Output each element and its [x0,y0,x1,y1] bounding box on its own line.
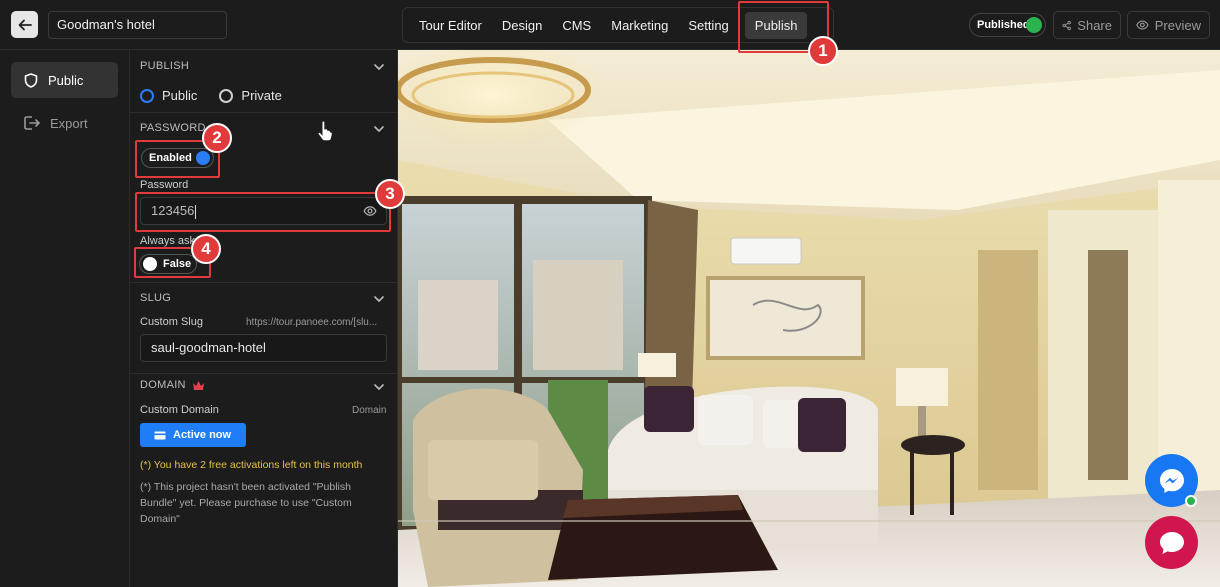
slug-section-heading: SLUG [140,292,172,304]
domain-section-heading: DOMAIN [140,379,205,391]
published-status-label: Published [977,19,1030,31]
annotation-badge-4: 4 [191,234,221,264]
section-divider [130,112,398,113]
custom-slug-label: Custom Slug [140,316,203,328]
panorama-viewer[interactable] [398,50,1220,587]
chevron-down-icon[interactable] [373,293,385,305]
cursor-hand-icon [317,120,333,142]
publish-bundle-note: (*) This project hasn't been activated "… [140,481,352,525]
annotation-badge-3: 3 [375,179,405,209]
custom-domain-label: Custom Domain [140,404,219,416]
export-icon [24,116,40,130]
domain-right-label: Domain [352,405,387,416]
annotation-badge-1: 1 [808,36,838,66]
left-rail: Public Export [0,50,130,587]
chevron-down-icon[interactable] [373,381,385,393]
annotation-box-password-field [135,192,391,232]
rail-item-label: Public [48,72,84,88]
chevron-down-icon[interactable] [373,61,385,73]
tab-marketing[interactable]: Marketing [601,12,678,39]
back-button[interactable] [11,11,38,38]
password-section-heading: PASSWORD [140,122,206,134]
radio-private[interactable] [219,88,234,103]
rail-item-public[interactable]: Public [11,62,118,98]
password-field-label: Password [140,179,189,191]
active-now-button[interactable]: Active now [140,423,246,447]
shield-icon [24,72,38,88]
always-ask-label: Always ask [140,235,196,247]
rail-item-label: Export [50,115,88,131]
radio-private-label[interactable]: Private [241,88,281,103]
chat-bubble-icon [1159,531,1184,554]
share-icon [1062,20,1071,30]
active-now-label: Active now [173,429,232,441]
crown-icon [192,380,204,390]
publish-visibility-group: Public Private [140,88,282,103]
messenger-icon [1159,468,1184,493]
custom-slug-input[interactable]: saul-goodman-hotel [140,334,387,362]
section-divider [130,282,398,283]
project-title-input[interactable]: Goodman's hotel [48,11,227,39]
section-divider [130,373,398,374]
domain-heading-text: DOMAIN [140,379,186,391]
tab-cms[interactable]: CMS [552,12,601,39]
preview-button[interactable]: Preview [1127,11,1210,39]
free-activations-note: (*) You have 2 free activations left on … [140,459,363,471]
eye-icon [1136,20,1149,30]
annotation-badge-2: 2 [202,123,232,153]
app-root: Goodman's hotel Tour Editor Design CMS M… [0,0,1220,587]
share-button[interactable]: Share [1053,11,1121,39]
slug-url-hint: https://tour.panoee.com/[slu... [246,317,378,328]
share-label: Share [1077,17,1112,33]
radio-public[interactable] [140,88,154,103]
chevron-down-icon[interactable] [373,123,385,135]
arrow-left-icon [18,19,32,30]
preview-label: Preview [1154,17,1201,33]
rail-item-export[interactable]: Export [11,105,118,141]
card-icon [154,431,166,439]
radio-public-label[interactable]: Public [162,88,197,103]
settings-panel: PUBLISH Public Private PASSWORD Enabled … [130,50,398,587]
tab-setting[interactable]: Setting [678,12,738,39]
publish-section-heading: PUBLISH [140,60,190,72]
published-status-toggle[interactable]: Published [969,13,1046,37]
room-panorama-image [398,50,1220,587]
status-dot [1026,17,1042,33]
live-chat-button[interactable] [1145,516,1198,569]
tab-tour-editor[interactable]: Tour Editor [409,12,492,39]
online-indicator [1185,495,1197,507]
top-bar: Goodman's hotel Tour Editor Design CMS M… [0,0,1220,50]
tab-design[interactable]: Design [492,12,552,39]
